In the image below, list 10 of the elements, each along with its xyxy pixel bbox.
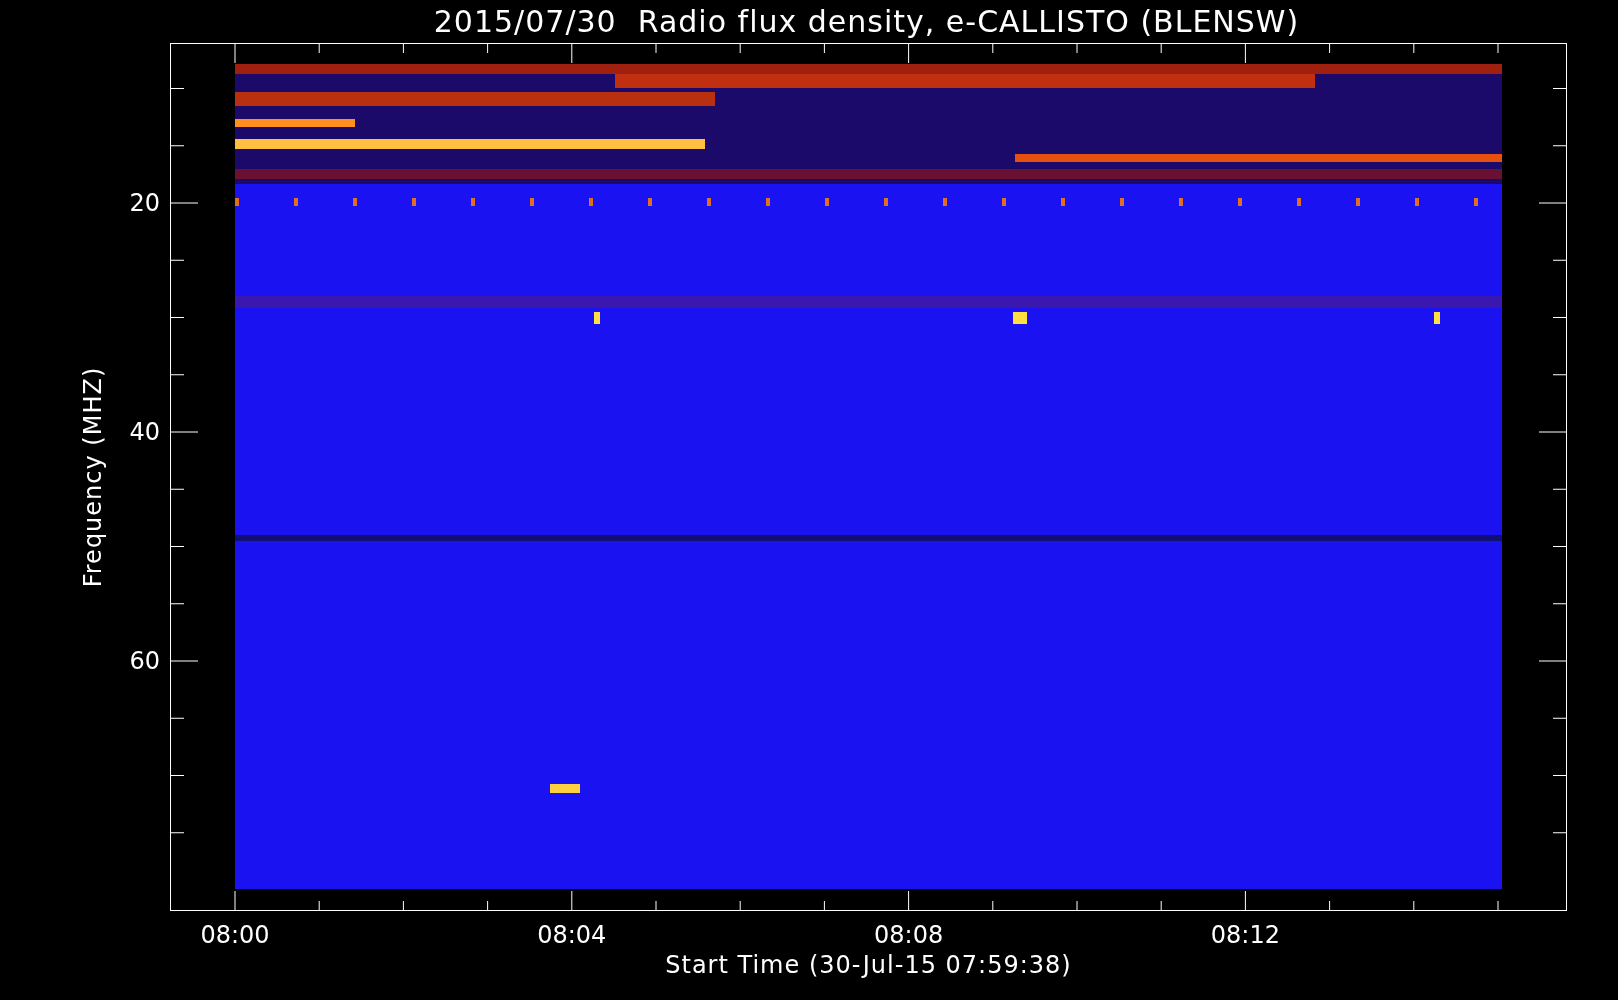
y-tick-label: 20 — [129, 189, 160, 217]
chart-title: 2015/07/30 Radio flux density, e-CALLISTO (BLENSW) — [432, 3, 1301, 41]
x-tick-label: 08:00 — [200, 921, 270, 949]
y-tick-label: 60 — [129, 647, 160, 675]
x-axis-label: Start Time (30-Jul-15 07:59:38) — [665, 951, 1072, 979]
x-tick-label: 08:04 — [537, 921, 607, 949]
y-tick-label: 40 — [129, 418, 160, 446]
x-tick-label: 08:08 — [874, 921, 944, 949]
y-axis-label: Frequency (MHZ) — [79, 366, 107, 588]
x-tick-label: 08:12 — [1210, 921, 1280, 949]
